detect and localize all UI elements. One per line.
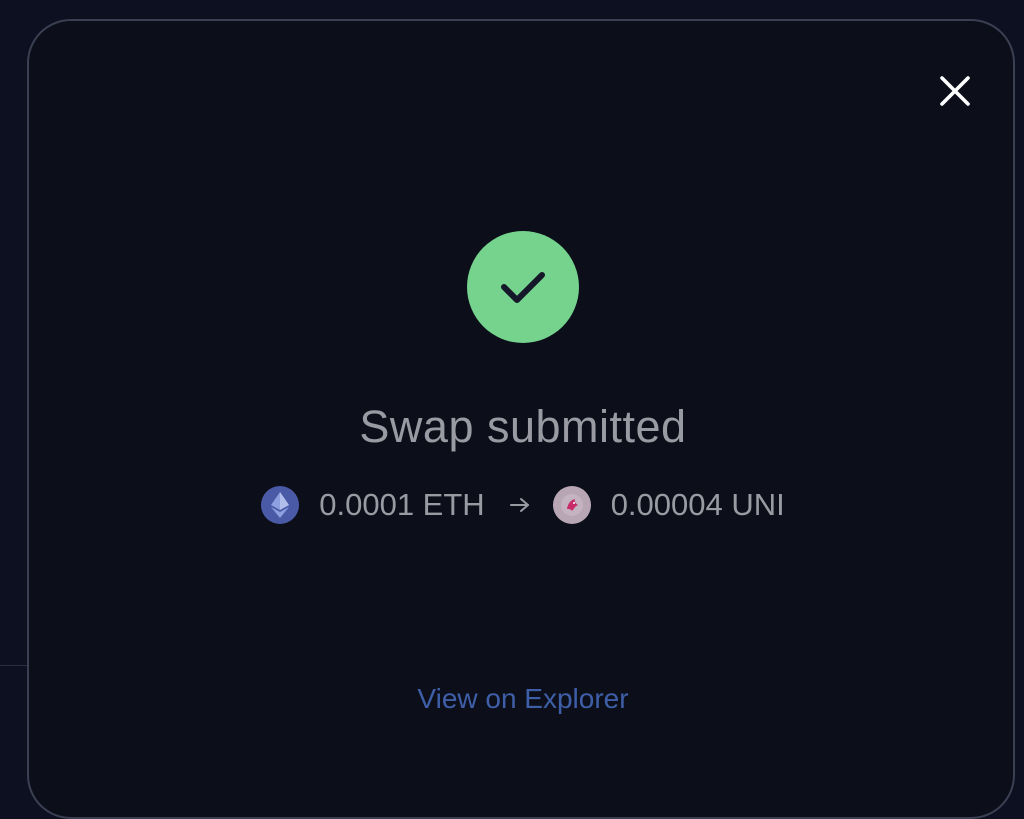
swap-submitted-modal: Swap submitted 0.0001 ETH 0.00004 UNI Vi…: [27, 19, 1015, 819]
uni-token-icon: [552, 486, 591, 524]
from-amount: 0.0001 ETH: [319, 487, 485, 522]
background-divider: [0, 665, 30, 666]
arrow-right-icon: [509, 496, 531, 514]
modal-title: Swap submitted: [359, 401, 687, 452]
close-icon: [940, 76, 970, 106]
swap-summary: 0.0001 ETH 0.00004 UNI: [29, 485, 1017, 525]
close-button[interactable]: [935, 71, 975, 111]
to-amount: 0.00004 UNI: [610, 487, 785, 522]
check-icon: [501, 272, 545, 303]
view-on-explorer-link[interactable]: View on Explorer: [29, 683, 1017, 715]
eth-token-icon: [261, 486, 300, 524]
success-status-badge: [467, 231, 579, 343]
